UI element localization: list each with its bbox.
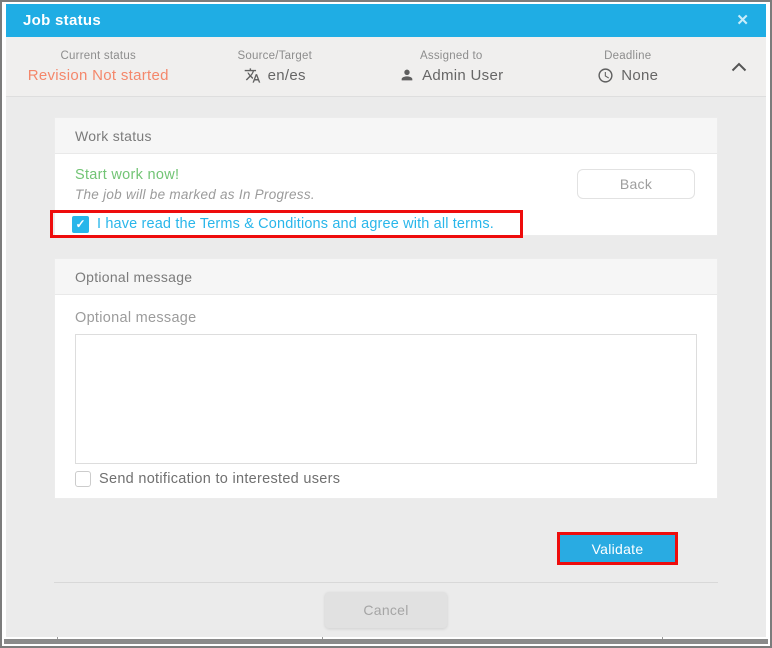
optional-message-field-label: Optional message bbox=[75, 310, 697, 326]
deadline-value: None bbox=[597, 67, 658, 84]
language-pair: en/es bbox=[268, 67, 306, 84]
translate-icon bbox=[244, 67, 261, 84]
back-button[interactable]: Back bbox=[577, 169, 695, 199]
dialog-body: Work status Start work now! The job will… bbox=[6, 97, 766, 637]
status-col-deadline: Deadline None bbox=[540, 37, 717, 96]
notify-checkbox-label[interactable]: Send notification to interested users bbox=[99, 471, 340, 487]
background-page-edge bbox=[4, 637, 768, 644]
work-status-title: Work status bbox=[75, 128, 152, 144]
status-col-assigned-to: Assigned to Admin User bbox=[363, 37, 540, 96]
optional-message-card-header: Optional message bbox=[55, 259, 717, 295]
notify-checkbox[interactable] bbox=[75, 471, 91, 487]
job-status-dialog: Job status ✕ Current status Revision Not… bbox=[6, 4, 766, 637]
terms-checkbox[interactable]: ✓ bbox=[72, 216, 89, 233]
window-frame: Job status ✕ Current status Revision Not… bbox=[0, 0, 772, 648]
person-icon bbox=[399, 67, 415, 83]
window-bottom-bar bbox=[4, 639, 768, 644]
dialog-title: Job status bbox=[23, 12, 101, 29]
status-label: Source/Target bbox=[237, 50, 312, 62]
assigned-to-value: Admin User bbox=[399, 67, 503, 84]
terms-checkbox-label[interactable]: I have read the Terms & Conditions and a… bbox=[97, 216, 494, 232]
work-status-card-header: Work status bbox=[55, 118, 717, 154]
status-label: Assigned to bbox=[420, 50, 483, 62]
optional-message-card: Optional message Optional message Send n… bbox=[54, 258, 718, 499]
cancel-button[interactable]: Cancel bbox=[325, 592, 447, 628]
highlight-box-terms: ✓ I have read the Terms & Conditions and… bbox=[50, 210, 523, 238]
validate-row: Validate bbox=[54, 532, 718, 565]
notify-row: Send notification to interested users bbox=[75, 471, 697, 487]
assignee-name: Admin User bbox=[422, 67, 503, 84]
dialog-footer: Cancel bbox=[54, 582, 718, 637]
status-col-source-target: Source/Target en/es bbox=[187, 37, 364, 96]
chevron-up-icon[interactable] bbox=[716, 37, 762, 96]
dialog-header: Job status ✕ bbox=[6, 4, 766, 37]
deadline-text: None bbox=[621, 67, 658, 84]
status-col-current-status: Current status Revision Not started bbox=[10, 37, 187, 96]
clock-icon bbox=[597, 67, 614, 84]
validate-button[interactable]: Validate bbox=[560, 535, 675, 562]
work-status-card-body: Start work now! The job will be marked a… bbox=[55, 154, 717, 235]
optional-message-textarea[interactable] bbox=[75, 334, 697, 464]
close-icon[interactable]: ✕ bbox=[736, 13, 749, 28]
optional-message-title: Optional message bbox=[75, 269, 192, 285]
source-target-value: en/es bbox=[244, 67, 306, 84]
optional-message-card-body: Optional message Send notification to in… bbox=[55, 295, 717, 498]
status-label: Current status bbox=[61, 50, 136, 62]
job-summary-bar: Current status Revision Not started Sour… bbox=[6, 37, 766, 97]
current-status-value: Revision Not started bbox=[28, 67, 169, 84]
work-status-card: Work status Start work now! The job will… bbox=[54, 117, 718, 236]
highlight-box-validate: Validate bbox=[557, 532, 678, 565]
status-label: Deadline bbox=[604, 50, 651, 62]
